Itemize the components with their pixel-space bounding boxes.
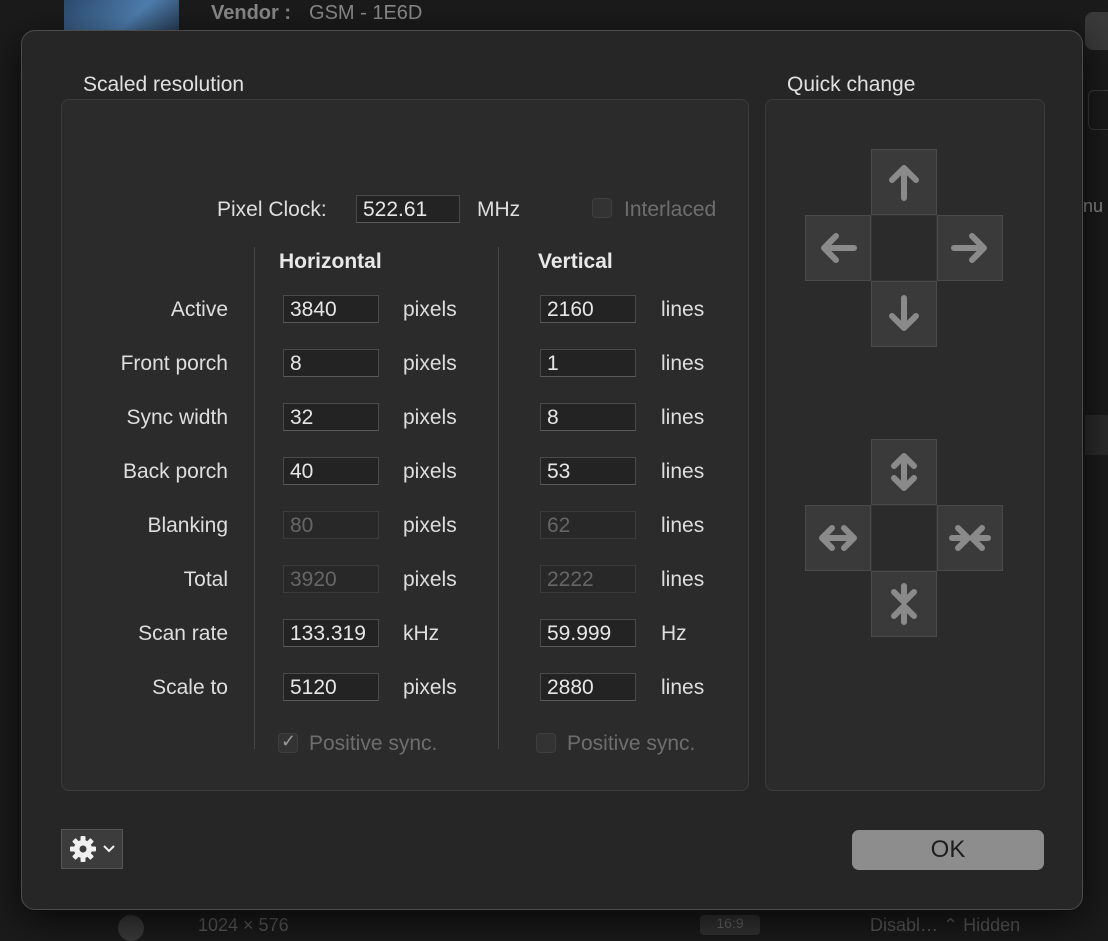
scaled-resolution-title: Scaled resolution bbox=[83, 73, 245, 96]
scale-to-horizontal-field[interactable]: 5120 bbox=[283, 673, 379, 701]
arrow-right-icon bbox=[951, 233, 987, 263]
horizontal-positive-sync-checkbox[interactable] bbox=[278, 731, 298, 753]
background-button bbox=[1085, 12, 1108, 50]
shrink-vertical-button[interactable] bbox=[871, 571, 937, 637]
active-label: Active bbox=[170, 298, 228, 321]
scan-rate-horizontal-field[interactable]: 133.319 bbox=[283, 619, 379, 647]
blanking-label: Blanking bbox=[147, 514, 228, 537]
total-label: Total bbox=[183, 568, 228, 591]
active-vertical-unit: lines bbox=[661, 298, 705, 321]
blanking-horizontal-field: 80 bbox=[283, 511, 379, 539]
active-horizontal-unit: pixels bbox=[403, 298, 457, 321]
arrow-down-icon bbox=[889, 295, 919, 331]
arrow-left-icon bbox=[821, 233, 857, 263]
vendor-info: Vendor : GSM - 1E6D bbox=[211, 2, 423, 24]
blanking-vertical-field: 62 bbox=[540, 511, 636, 539]
expand-horizontal-icon bbox=[819, 525, 857, 551]
total-vertical-unit: lines bbox=[661, 568, 705, 591]
scan-rate-vertical-unit: Hz bbox=[661, 622, 687, 645]
scaled-resolution-dialog: Scaled resolution Quick change Pixel Clo… bbox=[21, 30, 1083, 910]
sync-width-horizontal-unit: pixels bbox=[403, 406, 457, 429]
scale-to-vertical-field[interactable]: 2880 bbox=[540, 673, 636, 701]
move-left-button[interactable] bbox=[805, 215, 871, 281]
expand-horizontal-button[interactable] bbox=[805, 505, 871, 571]
back-porch-label: Back porch bbox=[122, 460, 228, 483]
vertical-header: Vertical bbox=[538, 250, 613, 273]
scale-to-horizontal-unit: pixels bbox=[403, 676, 457, 699]
expand-vertical-button[interactable] bbox=[871, 439, 937, 505]
shrink-horizontal-icon bbox=[949, 525, 991, 551]
row-icon bbox=[118, 915, 144, 941]
pixel-clock-label: Pixel Clock: bbox=[217, 198, 327, 221]
chevron-down-icon bbox=[103, 845, 115, 853]
interlaced-label: Interlaced bbox=[624, 198, 717, 221]
blanking-vertical-unit: lines bbox=[661, 514, 705, 537]
total-horizontal-unit: pixels bbox=[403, 568, 457, 591]
arrow-up-icon bbox=[889, 165, 919, 201]
move-center bbox=[871, 215, 937, 281]
sync-width-vertical-field[interactable]: 8 bbox=[540, 403, 636, 431]
blanking-horizontal-unit: pixels bbox=[403, 514, 457, 537]
shrink-vertical-icon bbox=[891, 583, 917, 625]
shrink-horizontal-button[interactable] bbox=[937, 505, 1003, 571]
settings-menu-button[interactable] bbox=[61, 829, 123, 869]
move-up-button[interactable] bbox=[871, 149, 937, 215]
front-porch-horizontal-field[interactable]: 8 bbox=[283, 349, 379, 377]
scale-to-label: Scale to bbox=[152, 676, 228, 699]
column-divider bbox=[254, 247, 255, 749]
display-thumbnail bbox=[64, 0, 179, 30]
vertical-positive-sync-checkbox[interactable] bbox=[536, 733, 556, 753]
expand-vertical-icon bbox=[891, 453, 917, 491]
sync-width-vertical-unit: lines bbox=[661, 406, 705, 429]
resize-center bbox=[871, 505, 937, 571]
back-porch-vertical-unit: lines bbox=[661, 460, 705, 483]
sync-width-horizontal-field[interactable]: 32 bbox=[283, 403, 379, 431]
back-porch-vertical-field[interactable]: 53 bbox=[540, 457, 636, 485]
scan-rate-horizontal-unit: kHz bbox=[403, 622, 440, 645]
front-porch-label: Front porch bbox=[120, 352, 228, 375]
front-porch-vertical-unit: lines bbox=[661, 352, 705, 375]
quick-change-title: Quick change bbox=[787, 73, 916, 96]
total-horizontal-field: 3920 bbox=[283, 565, 379, 593]
sync-width-label: Sync width bbox=[126, 406, 228, 429]
horizontal-positive-sync-label: Positive sync. bbox=[309, 732, 438, 755]
active-vertical-field[interactable]: 2160 bbox=[540, 295, 636, 323]
pixel-clock-unit: MHz bbox=[477, 198, 521, 221]
total-vertical-field: 2222 bbox=[540, 565, 636, 593]
move-down-button[interactable] bbox=[871, 281, 937, 347]
horizontal-header: Horizontal bbox=[279, 250, 382, 273]
front-porch-vertical-field[interactable]: 1 bbox=[540, 349, 636, 377]
front-porch-horizontal-unit: pixels bbox=[403, 352, 457, 375]
gear-icon bbox=[70, 836, 96, 862]
pixel-clock-field[interactable]: 522.61 bbox=[356, 195, 460, 223]
scan-rate-label: Scan rate bbox=[138, 622, 228, 645]
column-divider bbox=[498, 247, 499, 749]
vertical-positive-sync-label: Positive sync. bbox=[567, 732, 696, 755]
back-porch-horizontal-field[interactable]: 40 bbox=[283, 457, 379, 485]
background-field bbox=[1088, 90, 1108, 130]
background-text: nu bbox=[1083, 196, 1104, 216]
move-right-button[interactable] bbox=[937, 215, 1003, 281]
active-horizontal-field[interactable]: 3840 bbox=[283, 295, 379, 323]
interlaced-checkbox[interactable] bbox=[592, 198, 612, 218]
background-row bbox=[1085, 415, 1108, 455]
scale-to-vertical-unit: lines bbox=[661, 676, 705, 699]
ok-button[interactable]: OK bbox=[852, 830, 1044, 870]
back-porch-horizontal-unit: pixels bbox=[403, 460, 457, 483]
scan-rate-vertical-field[interactable]: 59.999 bbox=[540, 619, 636, 647]
